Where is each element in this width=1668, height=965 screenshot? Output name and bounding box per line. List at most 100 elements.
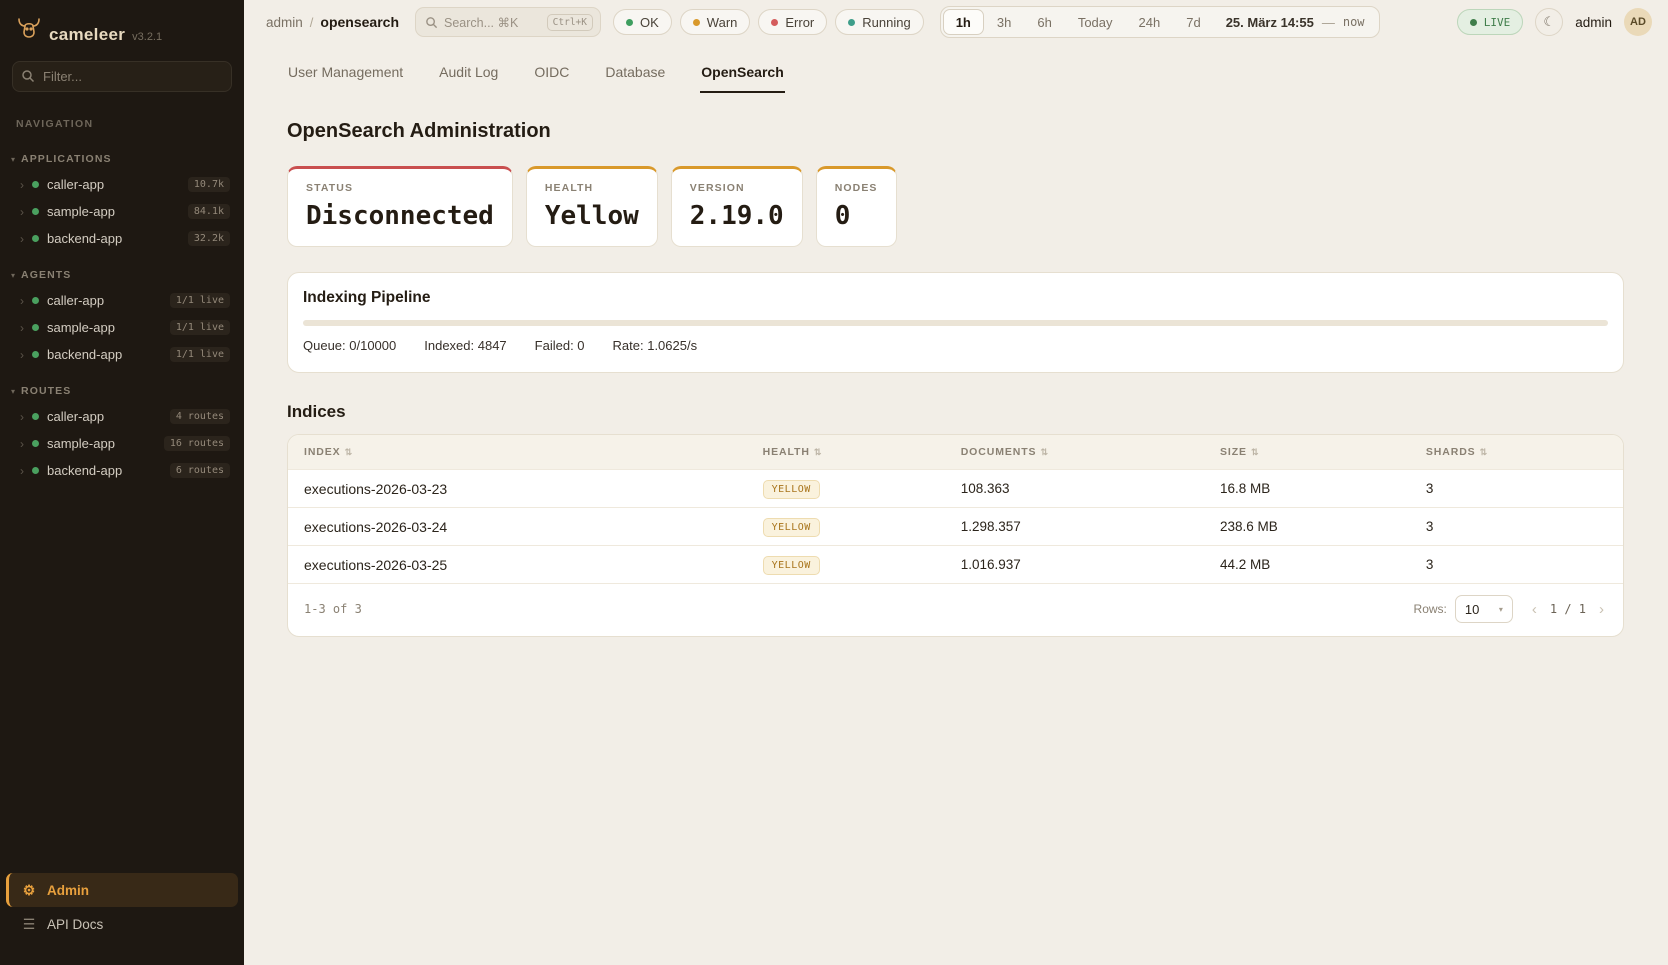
chip-ok[interactable]: OK (613, 9, 672, 35)
status-filter-chips: OK Warn Error Running (613, 9, 924, 35)
next-page-button[interactable]: › (1596, 601, 1607, 618)
column-header-documents[interactable]: DOCUMENTS ⇅ (961, 446, 1220, 458)
tab-oidc[interactable]: OIDC (533, 58, 570, 93)
sidebar-section-applications: ▾ APPLICATIONS › caller-app 10.7k › samp… (0, 148, 244, 252)
avatar[interactable]: AD (1624, 8, 1652, 36)
table-footer: 1-3 of 3 Rows: 10 ▾ ‹ 1 / 1 › (288, 583, 1623, 636)
sidebar-item-admin[interactable]: ⚙ Admin (6, 873, 238, 907)
tab-user-management[interactable]: User Management (287, 58, 404, 93)
column-header-size[interactable]: SIZE ⇅ (1220, 446, 1426, 458)
range-1h[interactable]: 1h (943, 9, 984, 35)
section-label: AGENTS (21, 269, 71, 281)
pipeline-progress-bar (303, 320, 1608, 326)
ctrl-k-shortcut: Ctrl+K (547, 14, 593, 31)
status-dot (32, 413, 39, 420)
health-cell: YELLOW (763, 517, 961, 537)
pipeline-stats: Queue: 0/10000 Indexed: 4847 Failed: 0 R… (303, 338, 1608, 353)
chevron-down-icon: ▾ (1499, 605, 1503, 614)
column-label: DOCUMENTS (961, 446, 1037, 458)
sidebar-item-caller-app[interactable]: › caller-app 10.7k (0, 171, 244, 198)
breadcrumb-separator: / (310, 15, 314, 30)
sidebar-item-backend-app[interactable]: › backend-app 1/1 live (0, 341, 244, 368)
sidebar: cameleer v3.2.1 NAVIGATION ▾ APPLICATION… (0, 0, 244, 965)
table-row[interactable]: executions-2026-03-24 YELLOW 1.298.357 2… (288, 507, 1623, 545)
error-dot (771, 19, 778, 26)
stat-value: Yellow (545, 201, 639, 231)
pagination: ‹ 1 / 1 › (1529, 601, 1607, 618)
chip-label: Warn (707, 15, 738, 30)
dark-mode-toggle[interactable]: ☾ (1535, 8, 1563, 36)
sidebar-section-agents: ▾ AGENTS › caller-app 1/1 live › sample-… (0, 264, 244, 368)
range-today[interactable]: Today (1065, 9, 1126, 35)
table-row[interactable]: executions-2026-03-25 YELLOW 1.016.937 4… (288, 545, 1623, 583)
sidebar-item-caller-app[interactable]: › caller-app 4 routes (0, 403, 244, 430)
brand-version: v3.2.1 (132, 31, 162, 43)
column-header-health[interactable]: HEALTH ⇅ (763, 446, 961, 458)
health-badge: YELLOW (763, 480, 820, 499)
caret-down-icon: ▾ (11, 387, 15, 396)
range-3h[interactable]: 3h (984, 9, 1024, 35)
previous-page-button[interactable]: ‹ (1529, 601, 1540, 618)
pipeline-title: Indexing Pipeline (303, 289, 1608, 307)
sidebar-item-api-docs[interactable]: ☰ API Docs (6, 907, 238, 941)
health-cell: YELLOW (763, 479, 961, 499)
page-content: User Management Audit Log OIDC Database … (244, 44, 1668, 965)
sidebar-item-caller-app[interactable]: › caller-app 1/1 live (0, 287, 244, 314)
sidebar-item-sample-app[interactable]: › sample-app 16 routes (0, 430, 244, 457)
sidebar-item-label: backend-app (47, 231, 122, 246)
status-dot (32, 440, 39, 447)
sidebar-footer: ⚙ Admin ☰ API Docs (0, 867, 244, 951)
tab-database[interactable]: Database (604, 58, 666, 93)
pipeline-failed: Failed: 0 (535, 338, 585, 353)
status-dot (32, 467, 39, 474)
column-label: SIZE (1220, 446, 1247, 458)
stat-value: 0 (835, 201, 878, 231)
sidebar-item-badge: 1/1 live (170, 320, 230, 335)
chevron-right-icon: › (20, 410, 30, 424)
column-header-index[interactable]: INDEX ⇅ (304, 446, 763, 458)
sidebar-item-backend-app[interactable]: › backend-app 32.2k (0, 225, 244, 252)
sort-icon: ⇅ (345, 447, 353, 458)
navigation-label: NAVIGATION (16, 118, 228, 130)
filter-input[interactable] (12, 61, 232, 92)
tab-audit-log[interactable]: Audit Log (438, 58, 499, 93)
global-search[interactable]: Search... ⌘K Ctrl+K (415, 7, 601, 37)
chip-running[interactable]: Running (835, 9, 923, 35)
section-header-routes[interactable]: ▾ ROUTES (0, 380, 244, 403)
sidebar-item-badge: 84.1k (188, 204, 230, 219)
sidebar-item-backend-app[interactable]: › backend-app 6 routes (0, 457, 244, 484)
sidebar-item-label: backend-app (47, 347, 122, 362)
sidebar-item-badge: 32.2k (188, 231, 230, 246)
sidebar-item-badge: 4 routes (170, 409, 230, 424)
sidebar-item-badge: 16 routes (164, 436, 230, 451)
api-docs-label: API Docs (47, 917, 103, 932)
range-6h[interactable]: 6h (1024, 9, 1064, 35)
menu-icon: ☰ (21, 916, 37, 933)
chip-warn[interactable]: Warn (680, 9, 751, 35)
date-now: now (1343, 15, 1365, 29)
table-row[interactable]: executions-2026-03-23 YELLOW 108.363 16.… (288, 469, 1623, 507)
shards-cell: 3 (1426, 557, 1607, 572)
range-7d[interactable]: 7d (1173, 9, 1213, 35)
column-header-shards[interactable]: SHARDS ⇅ (1426, 446, 1607, 458)
stat-label: STATUS (306, 182, 494, 194)
breadcrumb-admin[interactable]: admin (266, 15, 303, 30)
sidebar-item-sample-app[interactable]: › sample-app 1/1 live (0, 314, 244, 341)
tab-opensearch[interactable]: OpenSearch (700, 58, 784, 93)
size-cell: 44.2 MB (1220, 557, 1426, 572)
sidebar-item-label: sample-app (47, 204, 115, 219)
main-area: admin / opensearch Search... ⌘K Ctrl+K O… (244, 0, 1668, 965)
range-24h[interactable]: 24h (1126, 9, 1174, 35)
nodes-card: NODES 0 (816, 166, 897, 247)
sidebar-item-sample-app[interactable]: › sample-app 84.1k (0, 198, 244, 225)
rows-per-page-select[interactable]: 10 ▾ (1455, 595, 1513, 623)
sort-icon: ⇅ (1480, 447, 1488, 458)
sidebar-item-label: backend-app (47, 463, 122, 478)
chevron-right-icon: › (20, 437, 30, 451)
live-toggle-button[interactable]: LIVE (1457, 9, 1524, 35)
user-name: admin (1575, 15, 1612, 30)
chip-error[interactable]: Error (758, 9, 827, 35)
breadcrumb-current: opensearch (320, 14, 399, 30)
section-header-applications[interactable]: ▾ APPLICATIONS (0, 148, 244, 171)
section-header-agents[interactable]: ▾ AGENTS (0, 264, 244, 287)
